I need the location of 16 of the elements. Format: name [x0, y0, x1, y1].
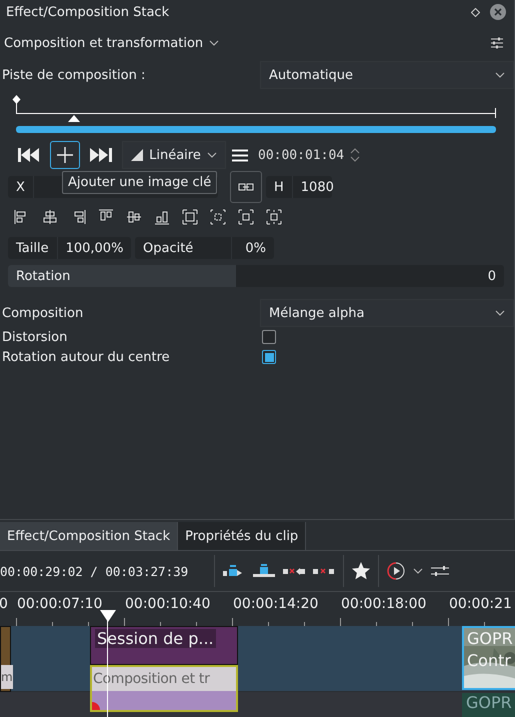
ruler-label: 00:00:18:00 [341, 596, 426, 612]
ruler-label: 00:00:14:20 [233, 596, 318, 612]
field-label: Composition [2, 306, 84, 320]
ruler-label: 0 [0, 596, 8, 612]
panel-title: Effect/Composition Stack [6, 4, 170, 20]
clip-title: GOPR [466, 628, 514, 650]
tooltip: Ajouter une image clé [62, 171, 218, 194]
option-label: Distorsion [2, 330, 68, 344]
clip-label: m [1, 665, 13, 689]
ruler-label: 00:00:21 [449, 596, 512, 612]
ruler-label: 00:00:10:40 [125, 596, 210, 612]
option-label: Rotation autour du centre [2, 350, 171, 364]
ruler-label: 00:00:07:10 [17, 596, 102, 612]
field-label: Piste de composition : [2, 68, 146, 82]
clip-title: Contr [466, 650, 512, 672]
timecode: 00:00:29:02 / 00:03:27:39 [0, 564, 190, 578]
